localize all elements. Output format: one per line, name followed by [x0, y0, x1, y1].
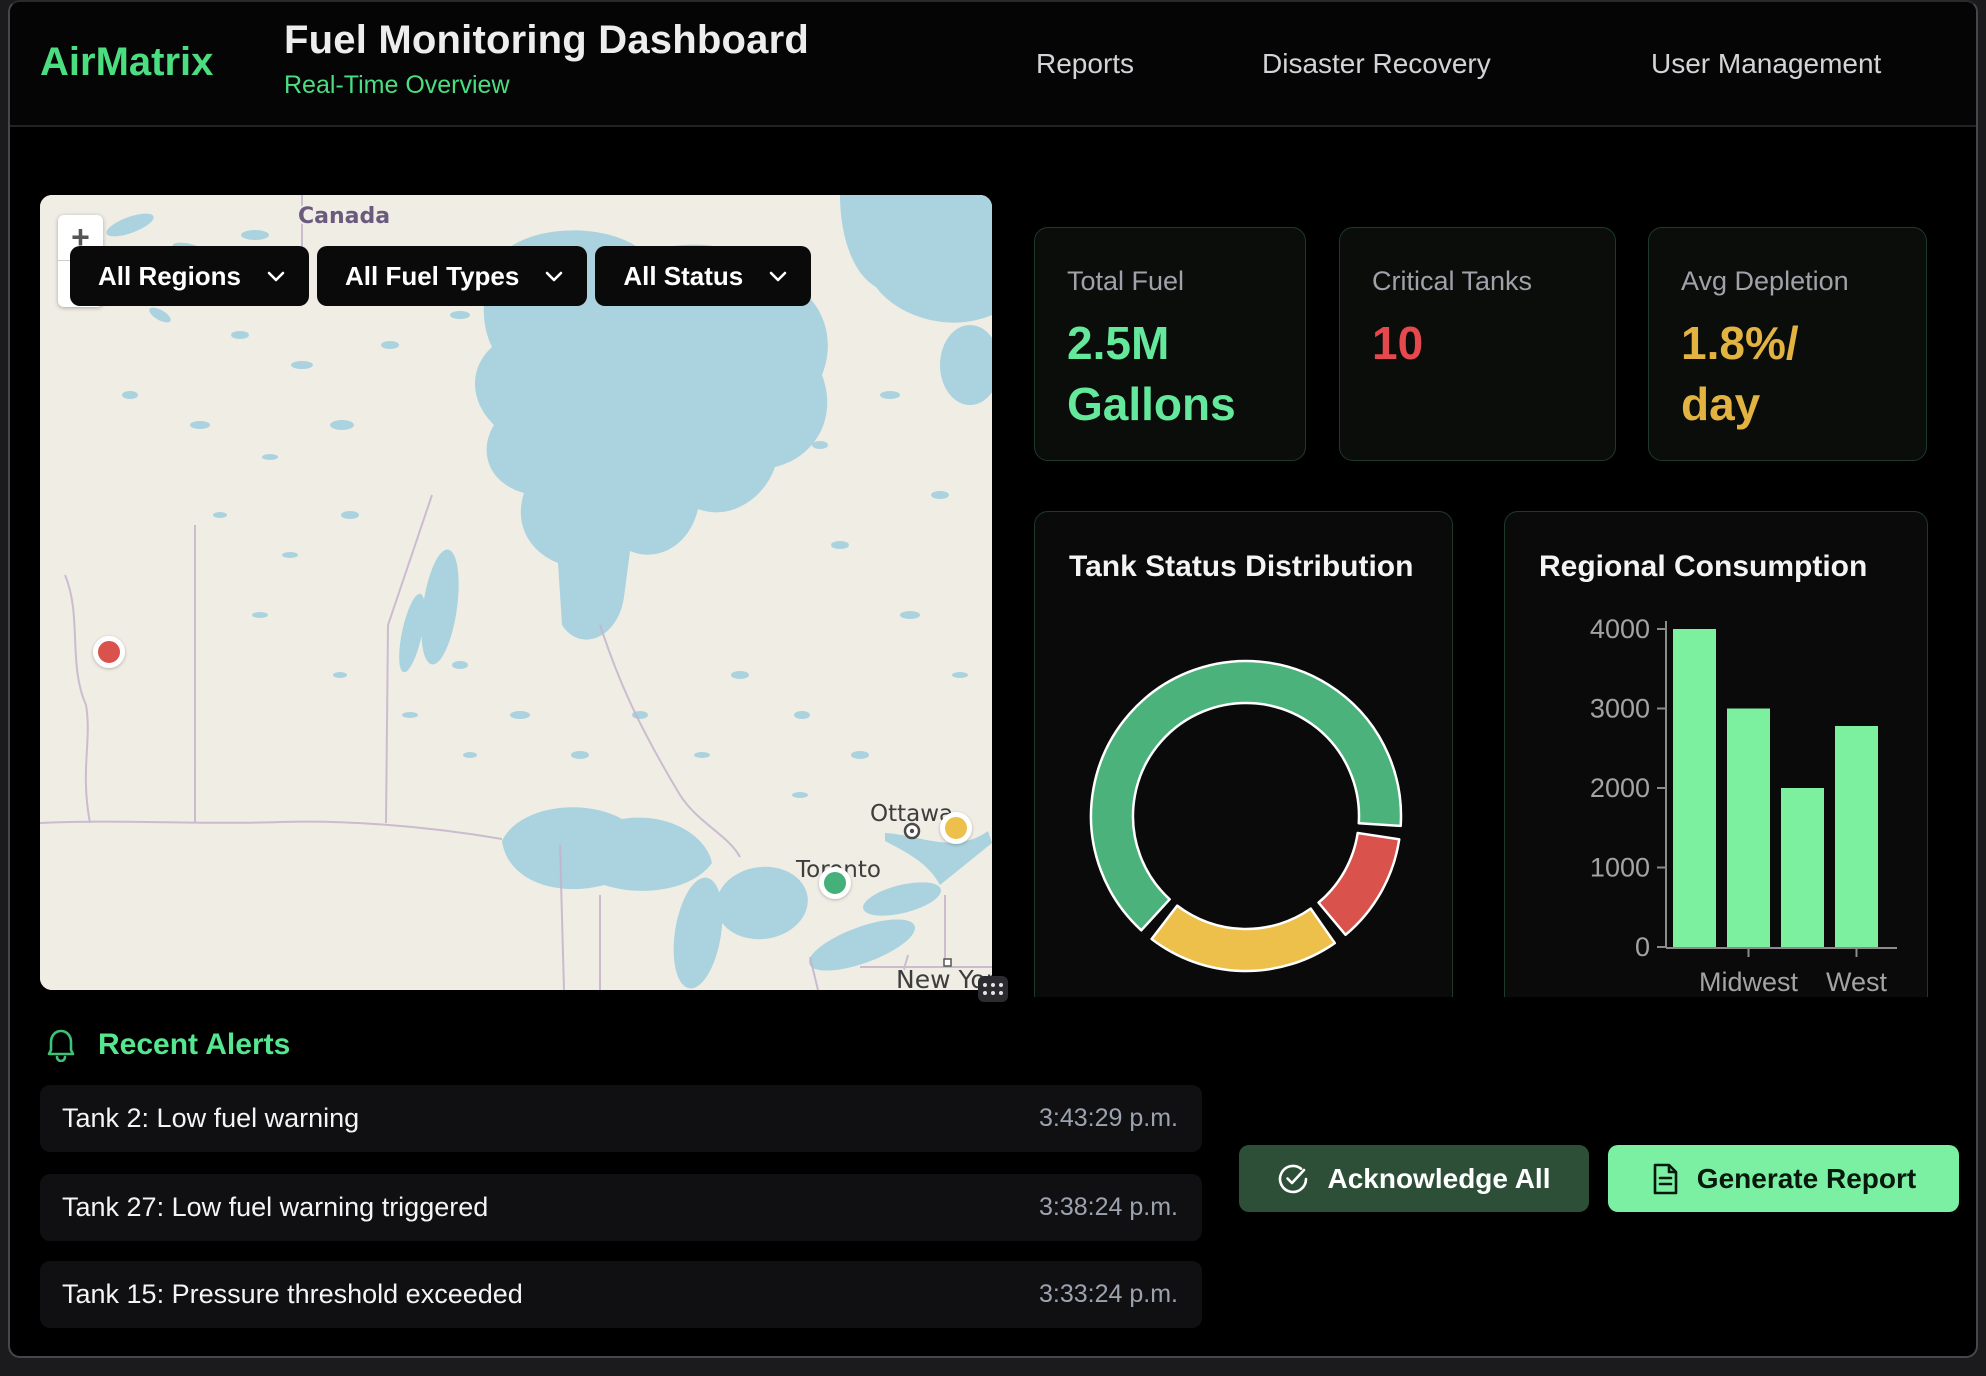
stat-value-critical-tanks: 10	[1372, 313, 1583, 374]
stat-value-avg-depletion: 1.8%/ day	[1681, 313, 1894, 435]
alert-row[interactable]: Tank 15: Pressure threshold exceeded 3:3…	[40, 1261, 1202, 1328]
region-filter-dropdown[interactable]: All Regions	[70, 246, 309, 306]
stat-card-avg-depletion: Avg Depletion 1.8%/ day	[1648, 227, 1927, 461]
stat-value-total-fuel: 2.5M Gallons	[1067, 313, 1273, 435]
stat-label: Critical Tanks	[1372, 266, 1583, 297]
svg-text:Midwest: Midwest	[1699, 967, 1799, 997]
bell-icon	[46, 1028, 76, 1062]
map-filters: All Regions All Fuel Types All Status	[70, 246, 811, 306]
acknowledge-all-label: Acknowledge All	[1327, 1163, 1550, 1195]
svg-text:1000: 1000	[1590, 853, 1650, 883]
alerts-heading-text: Recent Alerts	[98, 1028, 290, 1062]
stat-card-total-fuel: Total Fuel 2.5M Gallons	[1034, 227, 1306, 461]
alerts-heading: Recent Alerts	[46, 1028, 290, 1062]
svg-text:2000: 2000	[1590, 773, 1650, 803]
svg-text:0: 0	[1635, 932, 1650, 962]
status-filter-dropdown[interactable]: All Status	[595, 246, 811, 306]
alert-timestamp: 3:43:29 p.m.	[1039, 1104, 1178, 1133]
report-document-icon	[1651, 1163, 1679, 1195]
generate-report-label: Generate Report	[1697, 1163, 1916, 1195]
bar-chart-card: Regional Consumption 0 1000 2000 3000 4000 Mi…	[1504, 511, 1928, 997]
alert-text: Tank 15: Pressure threshold exceeded	[62, 1279, 523, 1310]
nav-disaster-recovery[interactable]: Disaster Recovery	[1262, 48, 1491, 80]
alert-row[interactable]: Tank 2: Low fuel warning 3:43:29 p.m.	[40, 1085, 1202, 1152]
generate-report-button[interactable]: Generate Report	[1608, 1145, 1959, 1212]
header: AirMatrix Fuel Monitoring Dashboard Real…	[10, 2, 1976, 127]
bar-chart-title: Regional Consumption	[1539, 550, 1867, 584]
regional-consumption-bar-chart: 0 1000 2000 3000 4000 Midwest West	[1505, 512, 1929, 997]
svg-text:West: West	[1826, 967, 1888, 997]
donut-chart-card: Tank Status Distribution	[1034, 511, 1453, 997]
donut-chart-title: Tank Status Distribution	[1069, 550, 1413, 584]
page-subtitle: Real-Time Overview	[284, 71, 809, 100]
dashboard-window: AirMatrix Fuel Monitoring Dashboard Real…	[8, 0, 1978, 1358]
alert-text: Tank 27: Low fuel warning triggered	[62, 1192, 488, 1223]
status-filter-value: All Status	[623, 261, 743, 292]
alert-timestamp: 3:33:24 p.m.	[1039, 1280, 1178, 1309]
page-title: Fuel Monitoring Dashboard	[284, 18, 809, 63]
svg-text:3000: 3000	[1590, 694, 1650, 724]
alert-row[interactable]: Tank 27: Low fuel warning triggered 3:38…	[40, 1174, 1202, 1241]
title-block: Fuel Monitoring Dashboard Real-Time Over…	[284, 18, 809, 100]
alert-text: Tank 2: Low fuel warning	[62, 1103, 359, 1134]
nav-reports[interactable]: Reports	[1036, 48, 1134, 80]
map-label-canada: Canada	[298, 204, 390, 229]
region-filter-value: All Regions	[98, 261, 241, 292]
brand-logo: AirMatrix	[40, 40, 213, 85]
fuel-type-filter-dropdown[interactable]: All Fuel Types	[317, 246, 587, 306]
fuel-type-filter-value: All Fuel Types	[345, 261, 519, 292]
chevron-down-icon	[545, 271, 563, 282]
nav-user-management[interactable]: User Management	[1651, 48, 1881, 80]
map-resize-handle[interactable]	[978, 976, 1008, 1002]
check-circle-icon	[1277, 1163, 1309, 1195]
charts-row: Tank Status Distribution Regional Consum…	[10, 511, 1976, 997]
alert-timestamp: 3:38:24 p.m.	[1039, 1193, 1178, 1222]
stat-label: Avg Depletion	[1681, 266, 1894, 297]
tank-status-donut-chart	[1035, 512, 1454, 997]
chevron-down-icon	[769, 271, 787, 282]
chevron-down-icon	[267, 271, 285, 282]
acknowledge-all-button[interactable]: Acknowledge All	[1239, 1145, 1589, 1212]
stat-card-critical-tanks: Critical Tanks 10	[1339, 227, 1616, 461]
svg-text:4000: 4000	[1590, 614, 1650, 644]
stat-label: Total Fuel	[1067, 266, 1273, 297]
